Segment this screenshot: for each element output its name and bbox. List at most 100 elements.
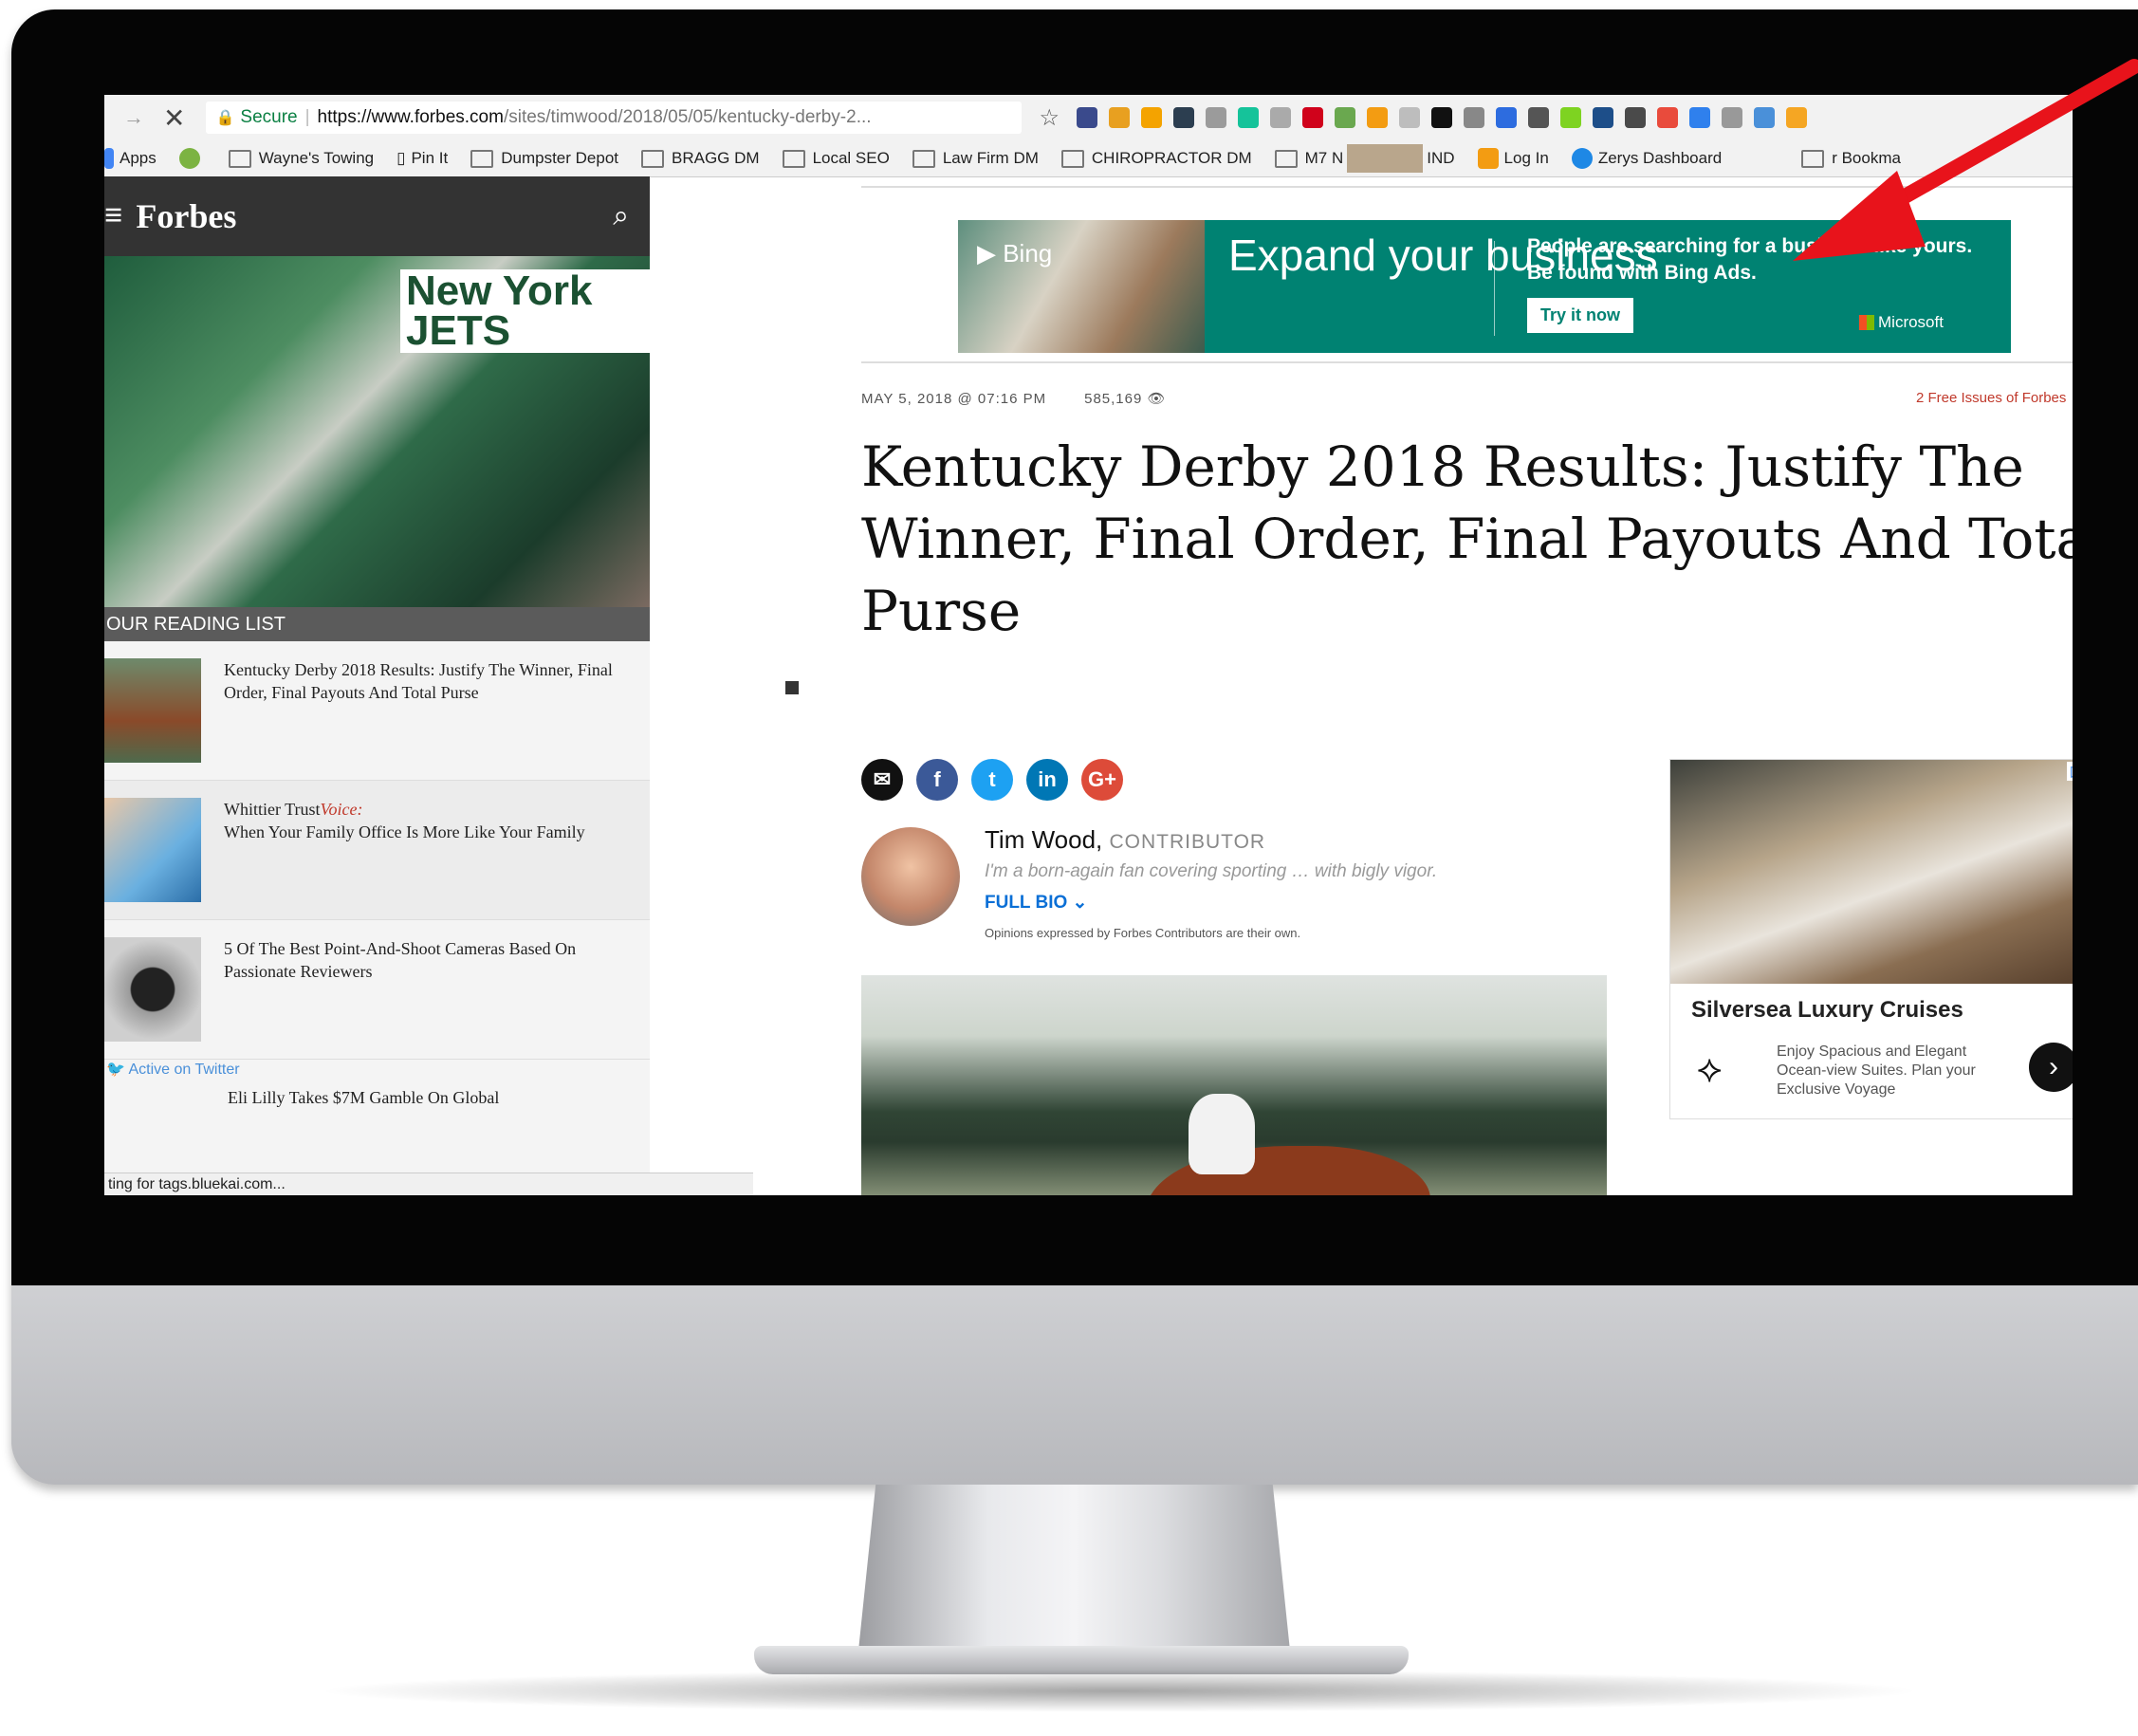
- bookmark-item[interactable]: [178, 148, 206, 169]
- bookmark-label: Log In: [1503, 149, 1549, 167]
- extension-icon[interactable]: [1269, 107, 1291, 128]
- ad-copy-line: Be found with Bing Ads.: [1527, 262, 1757, 284]
- share-buttons: ✉ f t in G+: [861, 759, 1123, 801]
- chevron-right-icon[interactable]: ›: [2029, 1043, 2073, 1092]
- extension-icon[interactable]: [1495, 107, 1517, 128]
- folder-icon: [912, 149, 935, 168]
- voice-label: Voice:: [320, 800, 363, 819]
- extension-icon[interactable]: [1559, 107, 1581, 128]
- thumbnail-overlay: [1347, 144, 1424, 173]
- bookmark-item[interactable]: Wayne's Towing: [228, 149, 375, 168]
- log-in-icon: [1477, 148, 1499, 169]
- twitter-icon[interactable]: t: [971, 759, 1013, 801]
- thumbnail: [104, 658, 201, 763]
- extension-icon[interactable]: [1463, 107, 1484, 128]
- reading-list-label: OUR READING LIST: [104, 607, 650, 641]
- google-plus-icon[interactable]: G+: [1081, 759, 1123, 801]
- facebook-icon[interactable]: f: [916, 759, 958, 801]
- bookmark-item[interactable]: CHIROPRACTOR DM: [1060, 149, 1252, 168]
- browser-toolbar: → ✕ 🔒 Secure | https://www.forbes.com/si…: [104, 95, 2073, 140]
- extension-icon[interactable]: [1430, 107, 1452, 128]
- free-issues-link[interactable]: 2 Free Issues of Forbes: [1916, 390, 2066, 406]
- silversea-ad[interactable]: ▷✕ Silversea Luxury Cruises ⟡ Enjoy Spac…: [1669, 759, 2073, 1119]
- extension-icon[interactable]: [1753, 107, 1775, 128]
- bookmark-item[interactable]: Law Firm DM: [912, 149, 1039, 168]
- extension-icon[interactable]: [1398, 107, 1420, 128]
- extension-icon[interactable]: [1624, 107, 1646, 128]
- author-byline[interactable]: Tim Wood, CONTRIBUTOR: [985, 825, 1265, 855]
- silversea-logo-icon: ⟡: [1697, 1048, 1723, 1090]
- view-count: 585,169: [1084, 391, 1143, 407]
- thumbnail: [104, 798, 201, 902]
- folder-icon: [470, 149, 494, 168]
- extension-icon[interactable]: [1140, 107, 1162, 128]
- bookmark-label: Wayne's Towing: [258, 149, 375, 167]
- extension-icon[interactable]: [1205, 107, 1226, 128]
- twitter-icon: 🐦: [106, 1062, 125, 1078]
- extension-icon[interactable]: [1721, 107, 1742, 128]
- extension-icon[interactable]: [1592, 107, 1613, 128]
- full-bio-link[interactable]: FULL BIO ⌄: [985, 892, 1087, 914]
- zerys-icon: [1571, 148, 1593, 169]
- apps-icon: [104, 148, 114, 169]
- extension-icon[interactable]: [1527, 107, 1549, 128]
- next-item[interactable]: Eli Lilly Takes $7M Gamble On Global: [104, 1079, 650, 1109]
- bookmark-apps[interactable]: Apps: [104, 148, 157, 169]
- extension-icon[interactable]: [1076, 107, 1097, 128]
- extension-icon[interactable]: [1366, 107, 1388, 128]
- folder-icon: [1060, 149, 1084, 168]
- voice-title: When Your Family Office Is More Like You…: [224, 822, 585, 841]
- extension-icon[interactable]: [1688, 107, 1710, 128]
- bookmark-label: Pin It: [411, 149, 449, 167]
- chevron-down-icon: ⌄: [1072, 893, 1088, 913]
- bookmark-item[interactable]: BRAGG DM: [641, 149, 760, 168]
- bookmark-item[interactable]: Local SEO: [782, 149, 890, 168]
- search-icon[interactable]: ⌕: [613, 200, 629, 232]
- bing-text: Bing: [1003, 239, 1053, 268]
- bookmarks-bar: Apps Wayne's Towing ▯ Pin It Dumpster Dep…: [104, 140, 2073, 177]
- author-bio: I'm a born-again fan covering sporting ……: [985, 861, 1438, 881]
- bookmark-item[interactable]: Dumpster Depot: [470, 149, 618, 168]
- reading-item-title: 5 Of The Best Point-And-Shoot Cameras Ba…: [224, 939, 577, 981]
- site-icon: [178, 148, 200, 169]
- bookmark-item[interactable]: M7 N IND: [1274, 144, 1455, 173]
- screen: → ✕ 🔒 Secure | https://www.forbes.com/si…: [104, 95, 2073, 1195]
- bookmark-label: M7 N: [1304, 149, 1344, 167]
- reading-item[interactable]: Whittier TrustVoice: When Your Family Off…: [104, 781, 650, 920]
- reading-item-title: Whittier TrustVoice: When Your Family Off…: [224, 798, 585, 902]
- address-bar[interactable]: 🔒 Secure | https://www.forbes.com/sites/…: [206, 102, 1023, 134]
- extension-icon[interactable]: [1108, 107, 1130, 128]
- ad-image: ▷✕: [1670, 760, 2073, 984]
- author-name: Tim Wood: [985, 825, 1097, 854]
- linkedin-icon[interactable]: in: [1026, 759, 1068, 801]
- extension-icon[interactable]: [1301, 107, 1323, 128]
- menu-icon[interactable]: ≡: [104, 198, 122, 234]
- bookmark-star-icon[interactable]: ☆: [1039, 104, 1060, 132]
- reading-item[interactable]: Kentucky Derby 2018 Results: Justify The…: [104, 641, 650, 781]
- twitter-label[interactable]: 🐦 Active on Twitter: [104, 1060, 650, 1079]
- try-it-now-button[interactable]: Try it now: [1527, 298, 1634, 333]
- race-photo[interactable]: [861, 975, 1607, 1195]
- url-host: https://www.forbes.com: [317, 107, 504, 127]
- camera-thumbnail: [104, 937, 201, 1042]
- stop-icon[interactable]: ✕: [163, 102, 185, 134]
- reading-item[interactable]: 5 Of The Best Point-And-Shoot Cameras Ba…: [104, 920, 650, 1060]
- avatar[interactable]: [861, 827, 960, 926]
- extension-icon[interactable]: [1237, 107, 1259, 128]
- bookmark-item[interactable]: Log In: [1477, 148, 1549, 169]
- forward-icon[interactable]: →: [123, 105, 144, 130]
- extension-icon[interactable]: [1656, 107, 1678, 128]
- bookmark-item[interactable]: ▯ Pin It: [396, 149, 448, 168]
- microsoft-text: Microsoft: [1878, 313, 1944, 331]
- reading-item-title: Kentucky Derby 2018 Results: Justify The…: [224, 660, 613, 702]
- extension-icon[interactable]: [1334, 107, 1355, 128]
- divider: [861, 361, 2073, 363]
- jets-hero-image[interactable]: New York JETS: [104, 256, 650, 607]
- email-icon[interactable]: ✉: [861, 759, 903, 801]
- bookmark-item[interactable]: Zerys Dashboard: [1571, 148, 1722, 169]
- article: ▶ Bing Expand your business People are s…: [759, 176, 2073, 1195]
- adchoices-icon[interactable]: ▷✕: [2067, 762, 2073, 781]
- article-meta: MAY 5, 2018 @ 07:16 PM 585,169 👁: [861, 390, 1167, 407]
- extension-icon[interactable]: [1172, 107, 1194, 128]
- forbes-logo[interactable]: ≡ Forbes: [104, 196, 236, 236]
